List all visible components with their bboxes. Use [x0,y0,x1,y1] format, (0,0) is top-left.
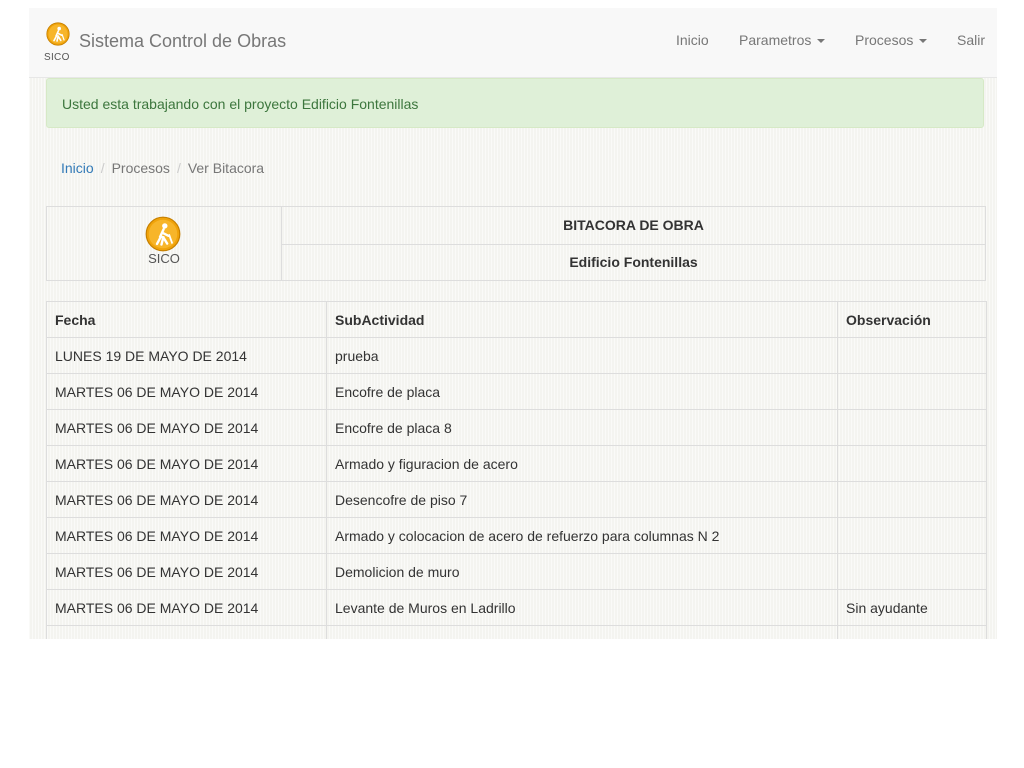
nav-procesos[interactable]: Procesos [855,32,928,48]
construction-worker-icon [145,216,181,252]
table-row: MARTES 06 DE MAYO DE 2014 Encofre de pla… [46,409,987,446]
cell-fecha: MARTES 06 DE MAYO DE 2014 [46,373,327,410]
cell-subactividad: Demolicion de muro [326,553,838,590]
cell-subactividad: Armado y figuracion de acero [326,445,838,482]
page-frame: SICO Sistema Control de Obras Inicio Par… [29,8,997,639]
caret-down-icon [817,39,826,44]
cell-subactividad: Encofre de placa [326,373,838,410]
cell-fecha [46,625,327,639]
cell-observacion [837,409,987,446]
nav-procesos-label: Procesos [855,32,914,48]
breadcrumb-separator: / [176,160,181,176]
cell-subactividad: Encofre de placa 8 [326,409,838,446]
app-title[interactable]: Sistema Control de Obras [79,31,286,52]
cell-subactividad: Desencofre de piso 7 [326,481,838,518]
cell-fecha: MARTES 06 DE MAYO DE 2014 [46,553,327,590]
cell-observacion [837,337,987,374]
cell-observacion [837,625,987,639]
construction-worker-icon [46,22,70,46]
cell-observacion: Sin ayudante [837,589,987,626]
breadcrumb-inicio[interactable]: Inicio [61,160,94,176]
cell-observacion [837,517,987,554]
breadcrumb: Inicio / Procesos / Ver Bitacora [61,160,264,176]
bitacora-title: BITACORA DE OBRA [282,207,985,245]
cell-subactividad: Levante de Muros en Ladrillo [326,589,838,626]
column-header-observacion: Observación [837,301,987,338]
table-row [46,625,987,639]
cell-fecha: MARTES 06 DE MAYO DE 2014 [46,481,327,518]
project-alert: Usted esta trabajando con el proyecto Ed… [46,78,984,128]
cell-observacion [837,445,987,482]
project-name: Edificio Fontenillas [569,254,698,270]
table-row: MARTES 06 DE MAYO DE 2014 Desencofre de … [46,481,987,518]
table-header-row: Fecha SubActividad Observación [46,301,987,338]
nav-parametros[interactable]: Parametros [739,32,826,48]
bitacora-table: Fecha SubActividad Observación LUNES 19 … [46,301,987,639]
table-row: LUNES 19 DE MAYO DE 2014 prueba [46,337,987,374]
table-row: MARTES 06 DE MAYO DE 2014 Levante de Mur… [46,589,987,626]
cell-observacion [837,553,987,590]
bitacora-header: SICO BITACORA DE OBRA Edificio Fontenill… [46,206,986,281]
cell-subactividad: prueba [326,337,838,374]
cell-fecha: MARTES 06 DE MAYO DE 2014 [46,517,327,554]
column-header-subactividad: SubActividad [326,301,838,338]
header-logo-cell: SICO [47,207,282,280]
nav-inicio[interactable]: Inicio [676,32,709,48]
column-header-fecha: Fecha [46,301,327,338]
cell-subactividad: Armado y colocacion de acero de refuerzo… [326,517,838,554]
nav-salir[interactable]: Salir [957,32,985,48]
brand-short-label: SICO [44,52,70,63]
header-logo-label: SICO [148,251,180,266]
cell-fecha: MARTES 06 DE MAYO DE 2014 [46,589,327,626]
caret-down-icon [919,39,928,44]
table-row: MARTES 06 DE MAYO DE 2014 Armado y coloc… [46,517,987,554]
cell-fecha: MARTES 06 DE MAYO DE 2014 [46,409,327,446]
cell-observacion [837,373,987,410]
table-row: MARTES 06 DE MAYO DE 2014 Armado y figur… [46,445,987,482]
breadcrumb-separator: / [100,160,105,176]
brand-logo[interactable]: SICO [44,22,84,64]
cell-observacion [837,481,987,518]
cell-subactividad [326,625,838,639]
nav-parametros-label: Parametros [739,32,812,48]
cell-fecha: MARTES 06 DE MAYO DE 2014 [46,445,327,482]
cell-fecha: LUNES 19 DE MAYO DE 2014 [46,337,327,374]
table-row: MARTES 06 DE MAYO DE 2014 Demolicion de … [46,553,987,590]
navbar: SICO Sistema Control de Obras Inicio Par… [29,8,997,78]
table-row: MARTES 06 DE MAYO DE 2014 Encofre de pla… [46,373,987,410]
breadcrumb-procesos: Procesos [111,160,170,176]
breadcrumb-ver-bitacora: Ver Bitacora [187,160,265,176]
